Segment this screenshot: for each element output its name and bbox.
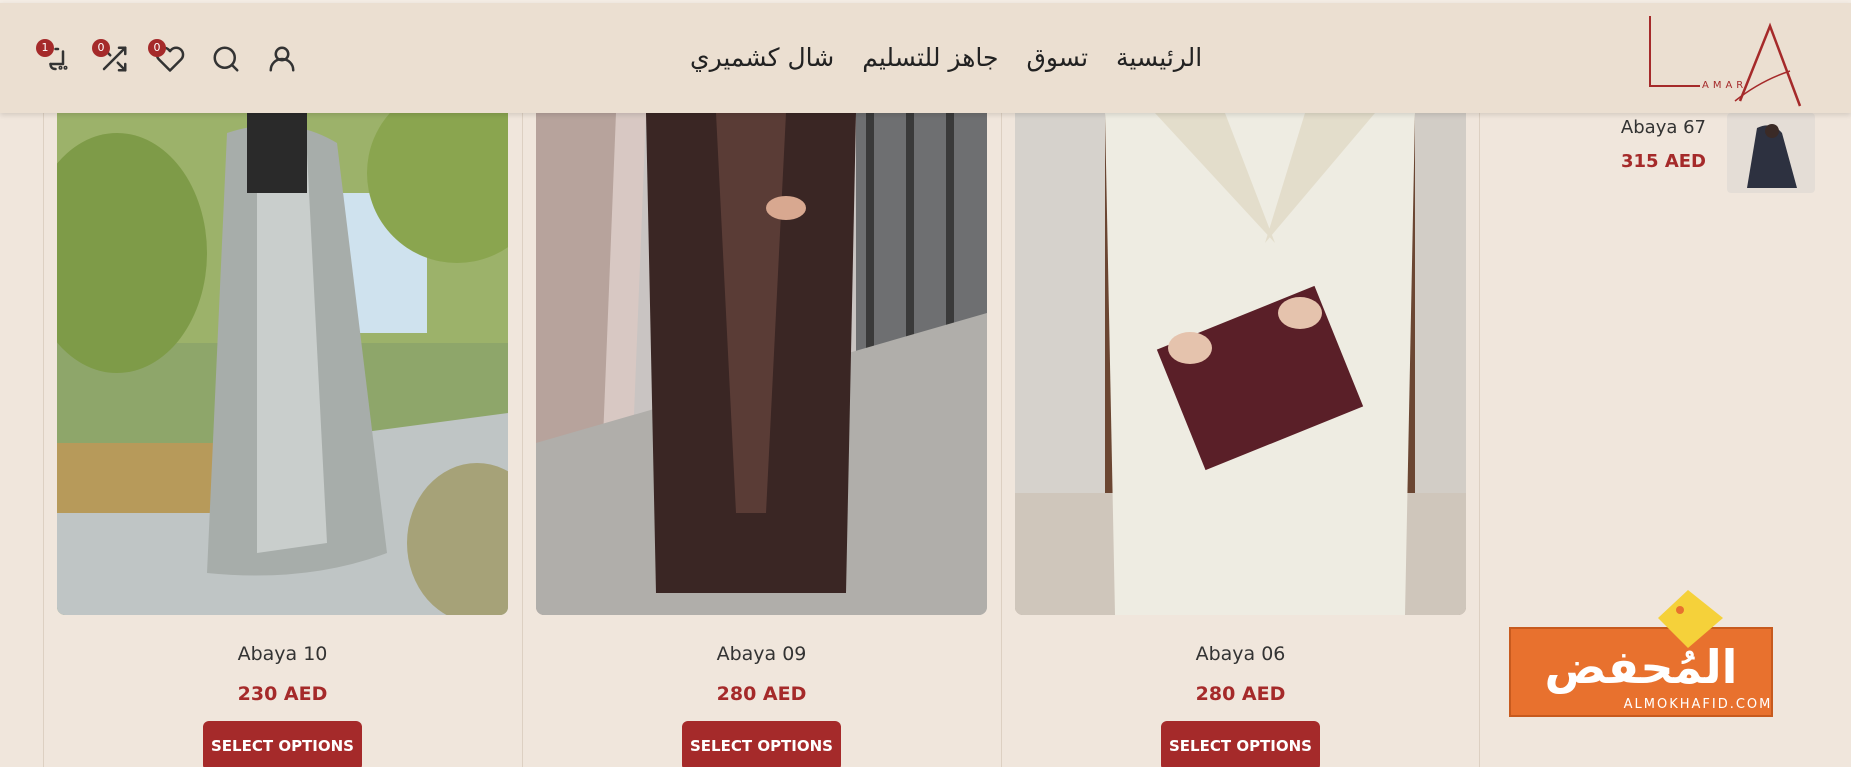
grid-divider	[43, 113, 44, 767]
product-image[interactable]	[536, 113, 987, 615]
product-card: Abaya 06 280 AED SELECT OPTIONS	[1015, 113, 1466, 767]
sidebar-product[interactable]: Abaya 67 315 AED	[1600, 113, 1820, 193]
watermark-latin: ALMOKHAFID.COM	[1624, 697, 1773, 712]
nav-shop[interactable]: تسوق	[1026, 43, 1088, 72]
grid-divider	[1479, 113, 1480, 767]
product-name[interactable]: Abaya 06	[1015, 643, 1466, 665]
cart-count-badge: 1	[36, 39, 54, 57]
sidebar-product-thumbnail[interactable]	[1727, 113, 1815, 193]
select-options-button[interactable]: SELECT OPTIONS	[1161, 721, 1320, 767]
nav-cashmere-shawl[interactable]: شال كشميري	[690, 43, 834, 72]
product-card: Abaya 09 280 AED SELECT OPTIONS	[536, 113, 987, 767]
wishlist-button[interactable]: 0	[148, 39, 188, 77]
product-card: Abaya 10 230 AED SELECT OPTIONS	[57, 113, 508, 767]
grid-divider	[1001, 113, 1002, 767]
product-image[interactable]	[1015, 113, 1466, 615]
cart-button[interactable]: 1	[36, 39, 76, 77]
wishlist-count-badge: 0	[148, 39, 166, 57]
product-name[interactable]: Abaya 10	[57, 643, 508, 665]
watermark-arabic: المُحفض	[1545, 640, 1738, 694]
search-icon	[213, 46, 239, 72]
nav-ready-to-ship[interactable]: جاهز للتسليم	[862, 43, 998, 72]
main-nav: الرئيسية تسوق جاهز للتسليم شال كشميري	[690, 43, 1202, 72]
select-options-button[interactable]: SELECT OPTIONS	[203, 721, 362, 767]
grid-divider	[522, 113, 523, 767]
account-button[interactable]	[264, 41, 300, 77]
product-image[interactable]	[57, 113, 508, 615]
logo-subtext: AMAR	[1702, 80, 1747, 91]
header-icons: 1 0 0	[36, 39, 300, 77]
site-header: 1 0 0 الرئيسية تسوق جاهز للتسليم شال كشم…	[0, 3, 1851, 113]
search-button[interactable]	[208, 41, 244, 77]
product-price: 230 AED	[237, 683, 328, 705]
sidebar-product-name[interactable]: Abaya 67	[1621, 117, 1706, 138]
product-name[interactable]: Abaya 09	[536, 643, 987, 665]
compare-button[interactable]: 0	[92, 39, 132, 77]
site-logo[interactable]: AMAR	[1640, 11, 1810, 111]
product-price: 280 AED	[1195, 683, 1286, 705]
sidebar-product-price: 315 AED	[1620, 151, 1706, 172]
compare-count-badge: 0	[92, 39, 110, 57]
product-price: 280 AED	[716, 683, 807, 705]
select-options-button[interactable]: SELECT OPTIONS	[682, 721, 841, 767]
watermark-logo: المُحفض ALMOKHAFID.COM	[1509, 590, 1773, 717]
nav-home[interactable]: الرئيسية	[1116, 43, 1202, 72]
user-icon	[269, 46, 295, 72]
